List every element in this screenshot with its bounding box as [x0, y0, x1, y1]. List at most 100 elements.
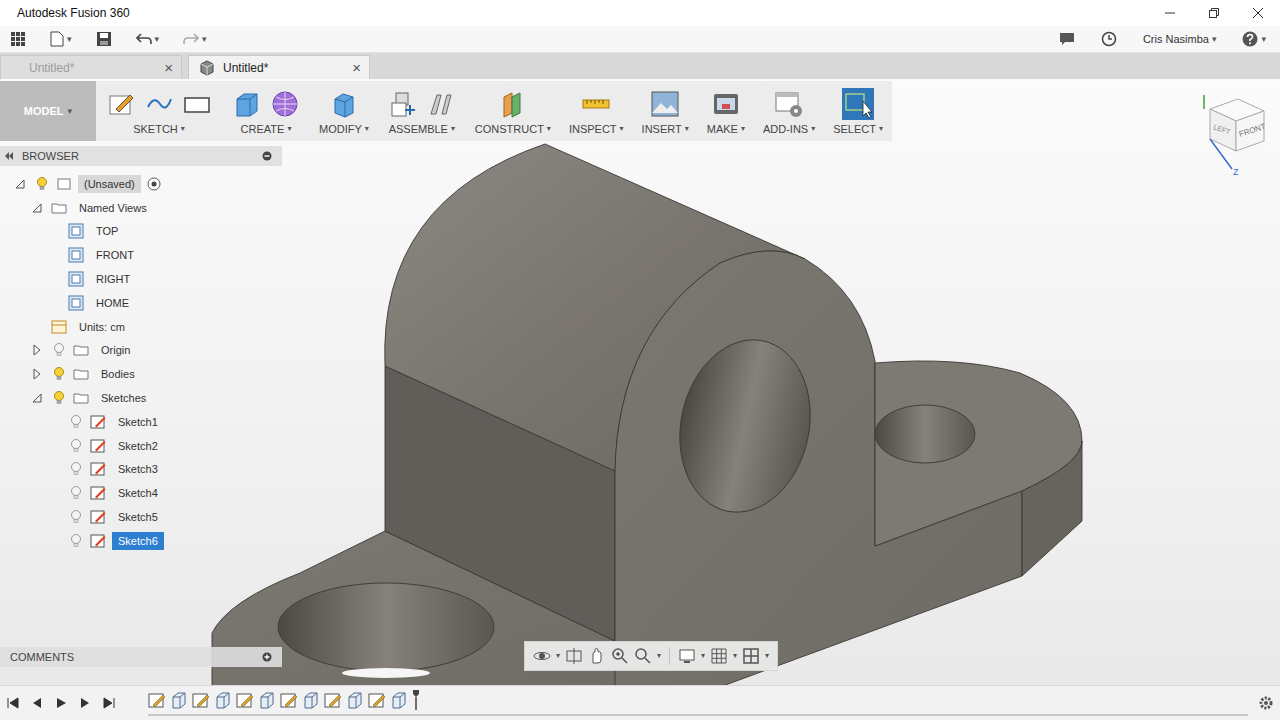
visibility-bulb-icon[interactable]: [70, 414, 82, 430]
browser-item[interactable]: Units: cm: [0, 315, 282, 339]
browser-item[interactable]: Bodies: [0, 362, 282, 386]
toolbar-group[interactable]: CREATE▾: [222, 81, 310, 141]
toolbar-group[interactable]: ADD-INS▾: [754, 81, 824, 141]
visibility-bulb-icon[interactable]: [36, 176, 48, 192]
scripts-addins-icon[interactable]: [774, 89, 804, 119]
timeline-extrude-icon[interactable]: [346, 691, 364, 709]
browser-item[interactable]: RIGHT: [0, 267, 282, 291]
step-back-icon[interactable]: [30, 696, 44, 710]
toolbar-group[interactable]: INSPECT▾: [560, 81, 633, 141]
view-cube[interactable]: LEFTFRONTZ: [1196, 89, 1268, 181]
minimize-button[interactable]: [1148, 0, 1192, 26]
comments-bar[interactable]: COMMENTS: [0, 647, 282, 667]
tab-close-button[interactable]: ×: [352, 60, 361, 75]
toolbar-group[interactable]: SKETCH▾: [96, 81, 222, 141]
3d-print-icon[interactable]: [711, 89, 741, 119]
orbit-icon[interactable]: [533, 647, 551, 665]
browser-item[interactable]: TOP: [0, 220, 282, 244]
document-tab[interactable]: Untitled*×: [188, 55, 370, 79]
pan-icon[interactable]: [588, 647, 606, 665]
line-icon[interactable]: [144, 89, 174, 119]
timeline-sketch-icon[interactable]: [280, 691, 298, 709]
viewports-icon[interactable]: [742, 647, 760, 665]
toolbar-group[interactable]: SELECT▾: [824, 81, 892, 141]
visibility-bulb-icon[interactable]: [53, 390, 65, 406]
measure-icon[interactable]: [581, 89, 611, 119]
go-to-start-icon[interactable]: [6, 696, 20, 710]
press-pull-icon[interactable]: [329, 89, 359, 119]
timeline-extrude-icon[interactable]: [390, 691, 408, 709]
browser-item[interactable]: Sketch4: [0, 481, 282, 505]
timeline-marker-icon[interactable]: [412, 690, 420, 710]
toolbar-group[interactable]: MODIFY▾: [310, 81, 378, 141]
timeline-sketch-icon[interactable]: [368, 691, 386, 709]
browser-item[interactable]: Named Views: [0, 196, 282, 220]
toolbar-group[interactable]: ASSEMBLE▾: [378, 81, 466, 141]
expand-toggle-icon[interactable]: [31, 344, 43, 356]
undo-button[interactable]: ▾: [132, 28, 164, 50]
data-panel-button[interactable]: [6, 28, 30, 50]
viewport[interactable]: MODEL▾SKETCH▾CREATE▾MODIFY▾ASSEMBLE▾CONS…: [0, 79, 1280, 685]
offset-plane-icon[interactable]: [498, 89, 528, 119]
workspace-switcher[interactable]: MODEL▾: [0, 81, 96, 141]
activate-icon[interactable]: [147, 177, 161, 191]
visibility-bulb-icon[interactable]: [53, 366, 65, 382]
tab-close-button[interactable]: ×: [164, 60, 173, 75]
go-to-end-icon[interactable]: [102, 696, 116, 710]
display-settings-icon[interactable]: [678, 647, 696, 665]
timeline-extrude-icon[interactable]: [302, 691, 320, 709]
bracket-model[interactable]: [212, 144, 1082, 685]
create-form-icon[interactable]: [270, 89, 300, 119]
browser-item[interactable]: Origin: [0, 339, 282, 363]
browser-item[interactable]: HOME: [0, 291, 282, 315]
job-status-button[interactable]: [1055, 28, 1079, 50]
timeline-extrude-icon[interactable]: [170, 691, 188, 709]
extrude-icon[interactable]: [232, 89, 262, 119]
visibility-bulb-icon[interactable]: [70, 461, 82, 477]
look-at-icon[interactable]: [565, 647, 583, 665]
timeline-extrude-icon[interactable]: [214, 691, 232, 709]
timeline-settings-gear-icon[interactable]: [1258, 695, 1274, 711]
timeline-sketch-icon[interactable]: [192, 691, 210, 709]
visibility-bulb-icon[interactable]: [70, 485, 82, 501]
play-icon[interactable]: [54, 696, 68, 710]
joint-icon[interactable]: [426, 89, 456, 119]
create-sketch-icon[interactable]: [106, 89, 136, 119]
select-icon[interactable]: [843, 89, 873, 119]
browser-item[interactable]: Sketch1: [0, 410, 282, 434]
browser-header[interactable]: BROWSER: [0, 146, 282, 166]
new-component-icon[interactable]: [388, 89, 418, 119]
visibility-bulb-icon[interactable]: [53, 342, 65, 358]
help-button[interactable]: ▾: [1238, 28, 1270, 50]
redo-button[interactable]: ▾: [179, 28, 211, 50]
timeline-sketch-icon[interactable]: [148, 691, 166, 709]
toolbar-group[interactable]: MAKE▾: [698, 81, 754, 141]
rectangle-icon[interactable]: [182, 89, 212, 119]
browser-item[interactable]: Sketch3: [0, 458, 282, 482]
timeline-extrude-icon[interactable]: [258, 691, 276, 709]
browser-item[interactable]: Sketch6: [0, 529, 282, 553]
model-canvas[interactable]: [0, 79, 1280, 685]
browser-item[interactable]: Sketch2: [0, 434, 282, 458]
insert-image-icon[interactable]: [650, 89, 680, 119]
browser-item[interactable]: FRONT: [0, 243, 282, 267]
visibility-bulb-icon[interactable]: [70, 509, 82, 525]
save-button[interactable]: [92, 28, 116, 50]
document-tab[interactable]: Untitled*×: [0, 55, 182, 79]
expand-toggle-icon[interactable]: [14, 178, 26, 190]
zoom-icon[interactable]: [611, 647, 629, 665]
toolbar-group[interactable]: CONSTRUCT▾: [466, 81, 560, 141]
expand-toggle-icon[interactable]: [31, 368, 43, 380]
restore-button[interactable]: [1192, 0, 1236, 26]
browser-item[interactable]: Sketches: [0, 386, 282, 410]
grid-settings-icon[interactable]: [710, 647, 728, 665]
expand-toggle-icon[interactable]: [31, 392, 43, 404]
timeline-sketch-icon[interactable]: [236, 691, 254, 709]
view-cube-icon[interactable]: LEFTFRONTZ: [1196, 89, 1268, 177]
visibility-bulb-icon[interactable]: [70, 438, 82, 454]
browser-item[interactable]: (Unsaved): [0, 172, 282, 196]
close-window-button[interactable]: [1236, 0, 1280, 26]
visibility-bulb-icon[interactable]: [70, 533, 82, 549]
toolbar-group[interactable]: INSERT▾: [633, 81, 698, 141]
fit-icon[interactable]: [634, 647, 652, 665]
